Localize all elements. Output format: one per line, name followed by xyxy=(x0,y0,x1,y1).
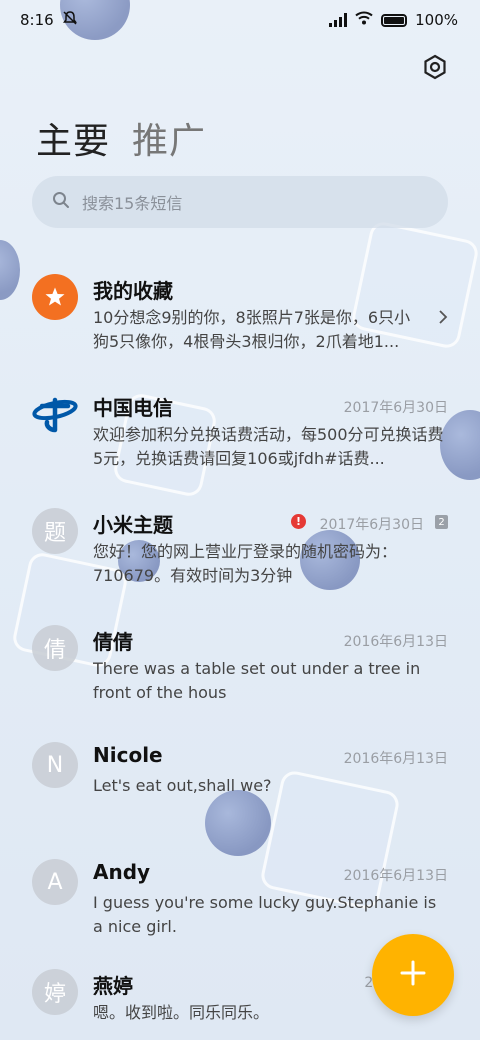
battery-icon xyxy=(381,13,408,27)
conversation-snippet: I guess you're some lucky guy.Stephanie … xyxy=(93,893,437,936)
conversation-china-telecom[interactable]: 中国电信 2017年6月30日 欢迎参加积分兑换话费活动，每500分可兑换话费5… xyxy=(0,381,480,498)
gear-icon xyxy=(422,54,448,84)
avatar: N xyxy=(32,742,78,788)
conversation-date: 2016年6月13日 xyxy=(343,751,448,767)
battery-percent: 100% xyxy=(415,11,458,29)
conversation-name: 倩倩 xyxy=(93,630,133,654)
conversation-snippet: Let's eat out,shall we? xyxy=(93,776,272,795)
conversation-date: 2017年6月30日 xyxy=(343,400,448,416)
conversation-qianqian[interactable]: 倩 倩倩 2016年6月13日 There was a table set ou… xyxy=(0,615,480,732)
conversation-list: 我的收藏 10分想念9别的你，8张照片7张是你，6只小狗5只像你，4根骨头3根归… xyxy=(0,264,480,1040)
tab-promotions[interactable]: 推广 xyxy=(132,112,206,164)
star-icon xyxy=(32,274,78,320)
conversation-date: 2016年6月13日 xyxy=(343,634,448,650)
search-placeholder: 搜索15条短信 xyxy=(82,194,183,213)
conversation-xiaomi-theme[interactable]: 题 小米主题 ! 2017年6月30日 2 您好！您的网上营业厅登录的随机密码为… xyxy=(0,498,480,615)
conversation-snippet: 欢迎参加积分兑换话费活动，每500分可兑换话费5元，兑换话费请回复106或jfd… xyxy=(93,425,444,468)
conversation-snippet: 您好！您的网上营业厅登录的随机密码为：710679。有效时间为3分钟 xyxy=(93,542,398,585)
conversation-favorites[interactable]: 我的收藏 10分想念9别的你，8张照片7张是你，6只小狗5只像你，4根骨头3根归… xyxy=(0,264,480,381)
china-telecom-logo-icon xyxy=(32,391,78,437)
compose-button[interactable] xyxy=(372,934,454,1016)
wifi-icon xyxy=(355,11,373,29)
search-icon xyxy=(52,191,70,213)
search-input[interactable]: 搜索15条短信 xyxy=(32,176,448,228)
avatar: 倩 xyxy=(32,625,78,671)
tab-primary[interactable]: 主要 xyxy=(36,112,110,164)
avatar: 婷 xyxy=(32,969,78,1015)
conversation-snippet: 10分想念9别的你，8张照片7张是你，6只小狗5只像你，4根骨头3根归你，2爪着… xyxy=(93,308,411,351)
conversation-name: 小米主题 xyxy=(93,513,173,537)
conversation-nicole[interactable]: N Nicole 2016年6月13日 Let's eat out,shall … xyxy=(0,732,480,849)
conversation-date: 2017年6月30日 xyxy=(319,517,424,533)
signal-icon xyxy=(329,13,348,27)
sim-badge: 2 xyxy=(435,515,448,529)
avatar: A xyxy=(32,859,78,905)
error-icon: ! xyxy=(291,514,306,529)
mute-bell-icon xyxy=(62,10,78,30)
conversation-name: 我的收藏 xyxy=(93,279,173,303)
plus-icon xyxy=(399,959,427,991)
avatar: 题 xyxy=(32,508,78,554)
status-bar: 8:16 100% xyxy=(0,0,480,40)
conversation-date: 2016年6月13日 xyxy=(343,868,448,884)
conversation-name: Nicole xyxy=(93,743,163,767)
status-time: 8:16 xyxy=(20,11,54,29)
conversation-snippet: There was a table set out under a tree i… xyxy=(93,659,421,702)
chevron-right-icon xyxy=(438,306,448,330)
conversation-name: 中国电信 xyxy=(93,396,173,420)
settings-button[interactable] xyxy=(418,52,452,86)
conversation-name: 燕婷 xyxy=(93,974,133,998)
conversation-name: Andy xyxy=(93,860,151,884)
tab-bar: 主要 推广 xyxy=(36,112,206,164)
